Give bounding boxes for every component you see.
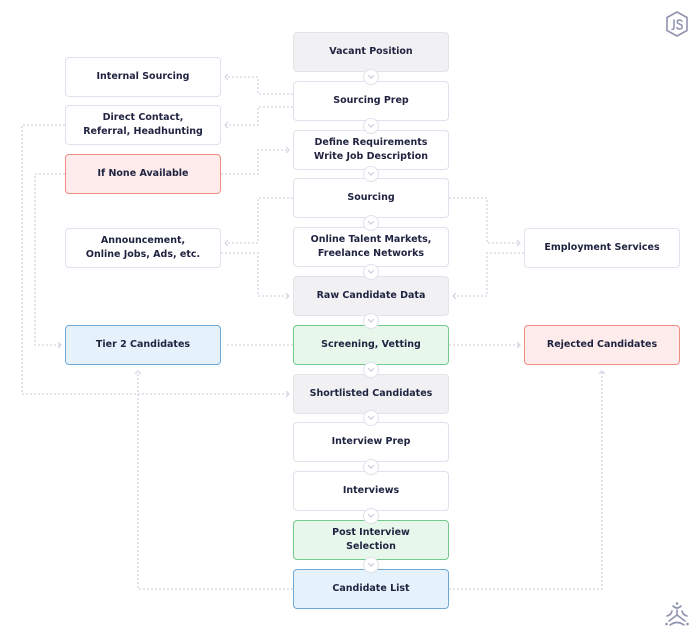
nodejs-logo-icon — [664, 10, 690, 38]
node-screening-vetting: Screening, Vetting — [293, 325, 449, 365]
line-if-none-to-define — [221, 149, 289, 175]
chevron-down-icon — [363, 361, 379, 378]
tri-node-logo-icon — [663, 601, 691, 627]
node-direct-contact: Direct Contact, Referral, Headhunting — [65, 105, 221, 145]
line-sourcing-to-employment — [449, 197, 520, 244]
chevron-down-icon — [363, 117, 379, 134]
chevron-down-icon — [363, 507, 379, 524]
arrow-to-tier2-up-icon — [134, 370, 142, 375]
node-candidate-list: Candidate List — [293, 569, 449, 609]
line-employment-to-raw — [453, 252, 524, 297]
line-if-none-to-tier2 — [34, 173, 65, 346]
line-candidate-list-to-rejected — [449, 371, 603, 590]
node-internal-sourcing: Internal Sourcing — [65, 57, 221, 97]
chevron-down-icon — [363, 410, 379, 426]
line-candidate-list-to-tier2 — [137, 371, 293, 590]
chevron-down-icon — [363, 214, 379, 231]
node-rejected-candidates: Rejected Candidates — [524, 325, 680, 365]
node-shortlisted-candidates: Shortlisted Candidates — [293, 374, 449, 414]
node-post-interview-selection: Post Interview Selection — [293, 520, 449, 560]
arrow-to-announcement-icon — [224, 239, 229, 247]
node-online-talent-markets: Online Talent Markets, Freelance Network… — [293, 227, 449, 267]
node-if-none-available: If None Available — [65, 154, 221, 194]
node-sourcing: Sourcing — [293, 178, 449, 218]
chevron-down-icon — [363, 556, 379, 573]
node-employment-services: Employment Services — [524, 228, 680, 268]
node-raw-candidate-data: Raw Candidate Data — [293, 276, 449, 316]
chevron-down-icon — [363, 68, 379, 85]
node-tier2-candidates: Tier 2 Candidates — [65, 325, 221, 365]
line-sourcing-to-announcement — [225, 197, 293, 244]
recruitment-flow-diagram: Vacant Position Sourcing Prep Define Req… — [0, 0, 700, 635]
node-interviews: Interviews — [293, 471, 449, 511]
node-vacant-position: Vacant Position — [293, 32, 449, 72]
node-sourcing-prep: Sourcing Prep — [293, 81, 449, 121]
node-interview-prep: Interview Prep — [293, 422, 449, 462]
chevron-down-icon — [363, 312, 379, 329]
node-define-requirements: Define Requirements Write Job Descriptio… — [293, 130, 449, 170]
node-announcement: Announcement, Online Jobs, Ads, etc. — [65, 228, 221, 268]
line-sourcing-prep-to-internal — [225, 76, 293, 95]
line-announcement-to-raw — [221, 252, 289, 297]
arrow-to-internal-icon — [224, 73, 229, 81]
chevron-down-icon — [363, 166, 379, 182]
line-sourcing-prep-to-direct — [225, 106, 293, 126]
chevron-down-icon — [363, 458, 379, 475]
chevron-down-icon — [363, 263, 379, 280]
